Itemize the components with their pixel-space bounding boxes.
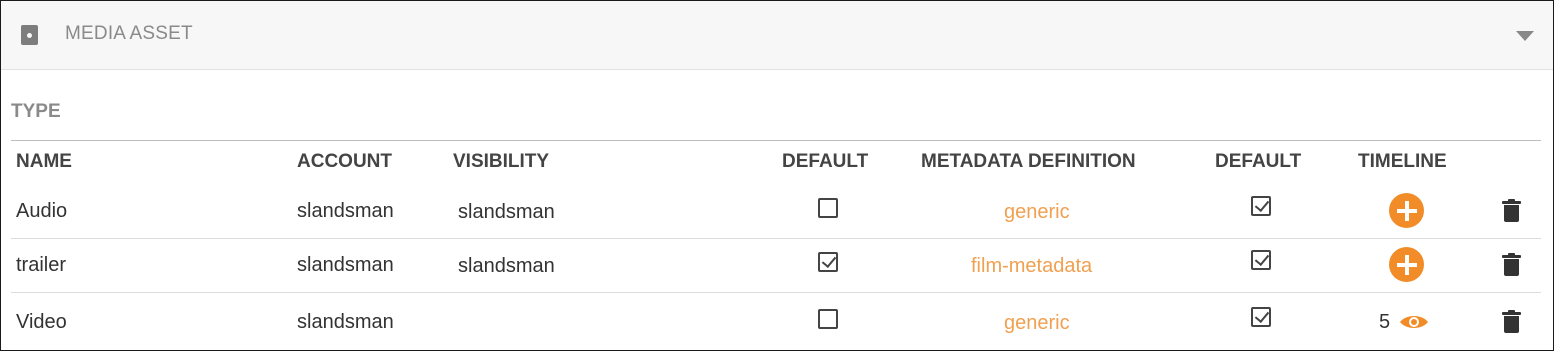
- metadata-definition-link[interactable]: generic: [1004, 312, 1070, 335]
- panel-title: MEDIA ASSET: [65, 23, 193, 44]
- eye-icon[interactable]: [1399, 313, 1429, 331]
- row-visibility: slandsman: [458, 255, 555, 277]
- metadata-default-checkbox[interactable]: [1251, 250, 1271, 270]
- metadata-definition-link[interactable]: generic: [1004, 201, 1070, 224]
- default-checkbox[interactable]: [818, 252, 838, 272]
- row-account: slandsman: [297, 311, 394, 333]
- panel-header[interactable]: MEDIA ASSET: [1, 1, 1553, 70]
- column-header-name: NAME: [16, 151, 72, 172]
- row-account: slandsman: [297, 200, 394, 222]
- add-timeline-button[interactable]: [1389, 193, 1424, 228]
- row-name: Audio: [16, 200, 68, 222]
- column-header-metadata-definition: METADATA DEFINITION: [921, 151, 1136, 172]
- column-header-default: DEFAULT: [782, 151, 869, 172]
- column-header-timeline: TIMELINE: [1358, 151, 1447, 172]
- row-visibility: slandsman: [458, 201, 555, 223]
- timeline-count: 5: [1379, 311, 1391, 333]
- row-name: Video: [16, 311, 67, 333]
- metadata-default-checkbox[interactable]: [1251, 196, 1271, 216]
- column-header-visibility: VISIBILITY: [453, 151, 550, 172]
- row-account: slandsman: [297, 254, 394, 276]
- add-timeline-button[interactable]: [1389, 247, 1424, 282]
- trash-icon[interactable]: [1501, 199, 1523, 223]
- section-title: TYPE: [11, 101, 61, 122]
- media-asset-icon: [21, 25, 38, 45]
- row-divider: [11, 238, 1541, 239]
- row-divider: [11, 292, 1541, 293]
- media-asset-panel: MEDIA ASSET TYPE NAME ACCOUNT VISIBILITY…: [0, 0, 1554, 351]
- column-header-account: ACCOUNT: [297, 151, 392, 172]
- row-name: trailer: [16, 254, 67, 276]
- trash-icon[interactable]: [1501, 253, 1523, 277]
- chevron-down-icon[interactable]: [1516, 31, 1534, 41]
- default-checkbox[interactable]: [818, 309, 838, 329]
- default-checkbox[interactable]: [818, 198, 838, 218]
- section-divider: [11, 140, 1541, 141]
- trash-icon[interactable]: [1501, 310, 1523, 334]
- metadata-default-checkbox[interactable]: [1251, 307, 1271, 327]
- metadata-definition-link[interactable]: film-metadata: [971, 255, 1092, 278]
- column-header-metadata-default: DEFAULT: [1215, 151, 1302, 172]
